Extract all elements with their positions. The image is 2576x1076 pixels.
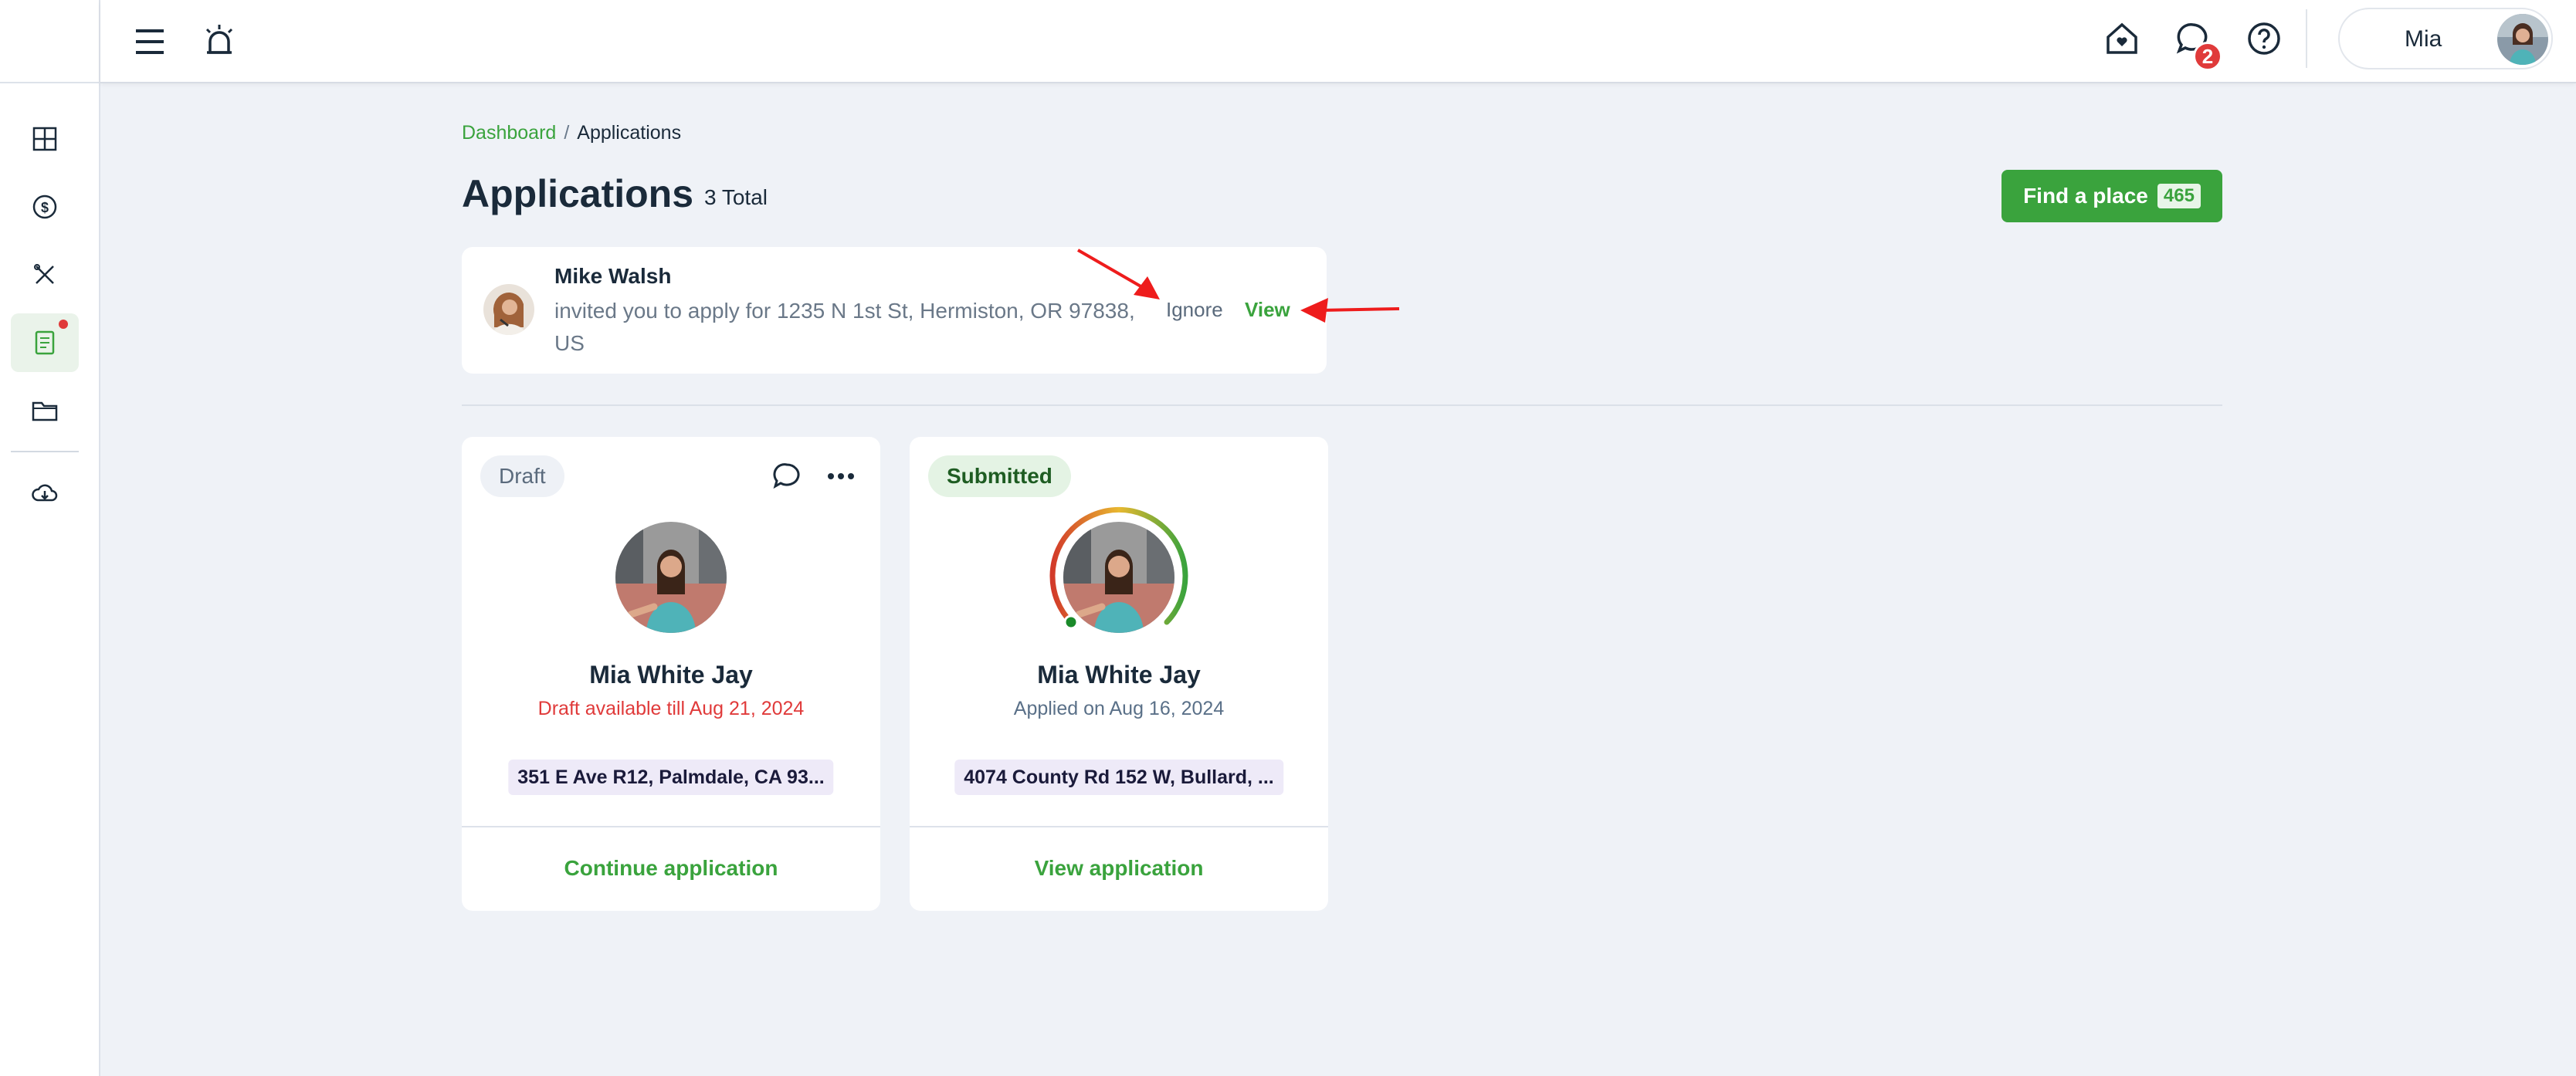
home-heart-icon	[2107, 22, 2137, 54]
sidebar-item-applications[interactable]	[11, 313, 79, 372]
application-card-submitted[interactable]: Submitted Mia White Jay Applied on Aug 1…	[910, 437, 1328, 911]
user-name: Mia	[2405, 26, 2442, 52]
draft-expiry-date: Draft available till Aug 21, 2024	[537, 698, 805, 719]
hamburger-menu-icon	[136, 29, 164, 54]
status-badge: Draft	[480, 455, 564, 497]
sidebar-item-download[interactable]	[11, 465, 79, 523]
page-title: Applications	[462, 172, 694, 215]
svg-text:$: $	[41, 200, 49, 215]
comment-icon[interactable]	[771, 460, 803, 492]
property-address: 351 E Ave R12, Palmdale, CA 93...	[508, 760, 834, 795]
continue-application-button[interactable]: Continue application	[462, 826, 880, 911]
invitation-message: invited you to apply for 1235 N 1st St, …	[554, 299, 1135, 355]
find-a-place-button[interactable]: Find a place 465	[2001, 170, 2222, 222]
status-badge: Submitted	[928, 455, 1071, 497]
sidebar-item-payments[interactable]: $	[11, 178, 79, 236]
sidebar: $	[0, 0, 100, 1076]
folder-icon	[32, 401, 58, 421]
top-bar: 2 Mia	[100, 0, 2576, 83]
sidebar-item-maintenance[interactable]	[11, 245, 79, 304]
notification-dot	[59, 320, 68, 329]
menu-button[interactable]	[128, 20, 171, 63]
applications-document-icon	[35, 330, 55, 355]
user-menu-button[interactable]: Mia	[2338, 8, 2553, 69]
dollar-icon: $	[32, 195, 57, 219]
sidebar-item-dashboard[interactable]	[11, 110, 79, 168]
topbar-divider	[2306, 9, 2307, 68]
invitation-card: Mike Walsh invited you to apply for 1235…	[462, 247, 1327, 374]
breadcrumb-dashboard-link[interactable]: Dashboard	[462, 122, 556, 144]
annotation-arrow-ignore-icon	[1076, 249, 1160, 299]
applicant-photo	[1063, 522, 1174, 633]
inviter-avatar	[483, 284, 534, 335]
cloud-download-icon	[32, 484, 58, 502]
saved-homes-button[interactable]	[2099, 15, 2145, 62]
tools-icon	[34, 264, 54, 284]
help-question-icon	[2248, 22, 2280, 55]
ignore-invitation-button[interactable]: Ignore	[1166, 298, 1223, 322]
inviter-name: Mike Walsh	[554, 264, 672, 288]
sidebar-logo-area	[0, 0, 99, 83]
sidebar-item-documents[interactable]	[11, 381, 79, 440]
annotation-arrow-view-icon	[1300, 298, 1400, 323]
listings-count-badge: 465	[2157, 184, 2201, 208]
user-avatar	[2497, 14, 2548, 65]
breadcrumb: Dashboard / Applications	[462, 122, 681, 144]
more-options-icon[interactable]	[825, 460, 857, 492]
applications-total-count: 3 Total	[704, 185, 768, 209]
view-application-button[interactable]: View application	[910, 826, 1328, 911]
breadcrumb-current: Applications	[577, 122, 682, 144]
card-actions	[771, 460, 857, 492]
application-card-draft[interactable]: Draft Mia White Jay Draft available till…	[462, 437, 880, 911]
applied-date: Applied on Aug 16, 2024	[1013, 698, 1225, 719]
section-divider	[462, 404, 2222, 406]
find-a-place-label: Find a place	[2023, 184, 2148, 208]
alerts-button[interactable]	[198, 19, 241, 62]
help-button[interactable]	[2241, 15, 2287, 62]
applicant-name: Mia White Jay	[1037, 661, 1201, 689]
applicant-photo	[615, 522, 727, 633]
breadcrumb-separator: /	[564, 122, 570, 144]
view-invitation-button[interactable]: View	[1245, 298, 1290, 322]
dashboard-grid-icon	[32, 127, 57, 151]
messages-button[interactable]: 2	[2170, 15, 2222, 71]
applicant-name: Mia White Jay	[589, 661, 753, 689]
sidebar-divider	[11, 451, 79, 452]
alarm-siren-icon	[205, 25, 233, 54]
property-address: 4074 County Rd 152 W, Bullard, ...	[954, 760, 1283, 795]
messages-count-badge: 2	[2193, 42, 2222, 71]
